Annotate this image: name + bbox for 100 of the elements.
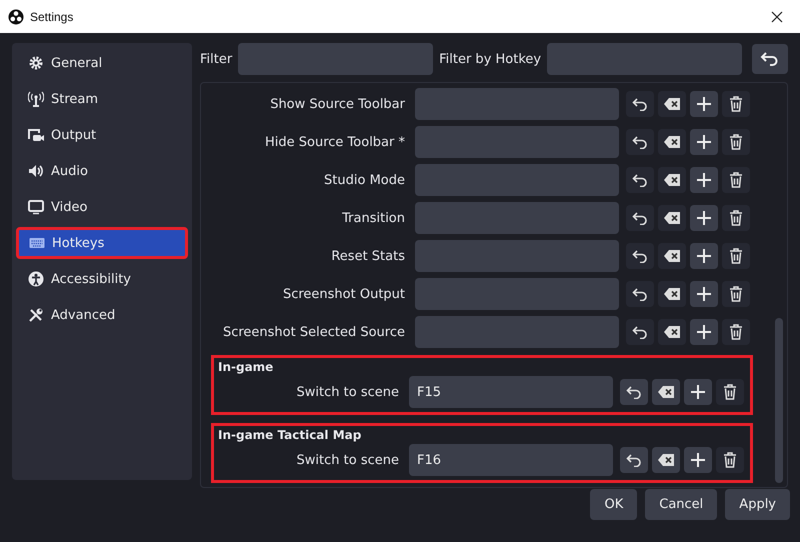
undo-icon (632, 249, 648, 263)
add-button[interactable] (690, 205, 718, 231)
delete-button[interactable] (722, 319, 750, 345)
undo-icon (632, 287, 648, 301)
sidebar-item[interactable]: Advanced (16, 299, 188, 331)
delete-button[interactable] (722, 129, 750, 155)
monitor-icon (28, 199, 44, 215)
trash-icon (729, 286, 743, 302)
revert-button[interactable] (620, 379, 648, 405)
close-icon (771, 10, 783, 22)
hotkey-label: Switch to scene (296, 384, 399, 400)
hotkey-label: Show Source Toolbar (269, 96, 405, 112)
dialog-button[interactable]: Apply (725, 489, 790, 520)
hotkey-label: Hide Source Toolbar * (264, 134, 405, 150)
backspace-icon (664, 174, 680, 186)
add-button[interactable] (684, 379, 712, 405)
trash-icon (723, 452, 737, 468)
trash-icon (729, 96, 743, 112)
plus-icon (696, 286, 712, 302)
gear-icon (28, 55, 44, 71)
hotkey-field[interactable]: F15 (409, 376, 613, 408)
dialog-button[interactable]: Cancel (645, 489, 718, 520)
plus-icon (696, 172, 712, 188)
add-button[interactable] (690, 167, 718, 193)
undo-icon (632, 211, 648, 225)
speaker-icon (28, 163, 44, 179)
hotkey-field[interactable] (415, 88, 619, 120)
undo-icon (760, 51, 780, 67)
antenna-icon (28, 91, 44, 107)
sidebar-item[interactable]: Audio (16, 155, 188, 187)
add-button[interactable] (684, 447, 712, 473)
trash-icon (729, 134, 743, 150)
clear-button[interactable] (652, 447, 680, 473)
undo-icon (632, 173, 648, 187)
hotkey-filter-label: Filter by Hotkey (439, 52, 542, 66)
hotkey-field[interactable]: F16 (409, 444, 613, 476)
backspace-icon (664, 288, 680, 300)
delete-button[interactable] (716, 379, 744, 405)
hotkey-field[interactable] (415, 164, 619, 196)
undo-icon (626, 385, 642, 399)
hotkey-label: Studio Mode (323, 172, 405, 188)
keyboard-icon (29, 235, 45, 251)
window-title: Settings (30, 10, 74, 24)
trash-icon (729, 324, 743, 340)
backspace-icon (658, 454, 674, 466)
delete-button[interactable] (716, 447, 744, 473)
plus-icon (690, 384, 706, 400)
sidebar-item[interactable]: Accessibility (16, 263, 188, 295)
hotkey-label: Transition (341, 210, 405, 226)
person-icon (28, 271, 44, 287)
filter-label: Filter (200, 52, 232, 66)
plus-icon (696, 134, 712, 150)
plus-icon (690, 452, 706, 468)
output-icon (28, 127, 44, 143)
undo-icon (632, 97, 648, 111)
hotkey-label: Reset Stats (330, 248, 405, 264)
hotkey-field[interactable] (415, 316, 619, 348)
plus-icon (696, 248, 712, 264)
undo-icon (626, 453, 642, 467)
delete-button[interactable] (722, 205, 750, 231)
filter-field[interactable] (238, 43, 434, 75)
backspace-icon (664, 212, 680, 224)
add-button[interactable] (690, 243, 718, 269)
add-button[interactable] (690, 129, 718, 155)
reset-button[interactable] (752, 44, 788, 74)
app-logo-icon (8, 8, 24, 24)
group-title: In-game (218, 360, 274, 374)
delete-button[interactable] (722, 243, 750, 269)
delete-button[interactable] (722, 167, 750, 193)
sidebar-item[interactable]: Output (16, 119, 188, 151)
hotkey-field[interactable] (415, 278, 619, 310)
hotkey-filter-field[interactable] (547, 43, 742, 75)
sidebar-item[interactable]: Hotkeys (16, 227, 188, 259)
clear-button[interactable] (652, 379, 680, 405)
add-button[interactable] (690, 91, 718, 117)
dialog-button[interactable]: OK (590, 489, 638, 520)
delete-button[interactable] (722, 281, 750, 307)
tools-icon (28, 307, 44, 323)
add-button[interactable] (690, 319, 718, 345)
backspace-icon (658, 386, 674, 398)
trash-icon (729, 248, 743, 264)
trash-icon (729, 172, 743, 188)
undo-icon (632, 135, 648, 149)
hotkey-label: Switch to scene (296, 452, 399, 468)
hotkey-field[interactable] (415, 240, 619, 272)
hotkey-field[interactable] (415, 126, 619, 158)
plus-icon (696, 324, 712, 340)
delete-button[interactable] (722, 91, 750, 117)
backspace-icon (664, 98, 680, 110)
plus-icon (696, 210, 712, 226)
backspace-icon (664, 250, 680, 262)
sidebar-item[interactable]: Video (16, 191, 188, 223)
revert-button[interactable] (620, 447, 648, 473)
sidebar-item[interactable]: General (16, 47, 188, 79)
add-button[interactable] (690, 281, 718, 307)
hotkey-field[interactable] (415, 202, 619, 234)
trash-icon (723, 384, 737, 400)
sidebar-item[interactable]: Stream (16, 83, 188, 115)
scrollbar-thumb[interactable] (775, 318, 783, 483)
trash-icon (729, 210, 743, 226)
